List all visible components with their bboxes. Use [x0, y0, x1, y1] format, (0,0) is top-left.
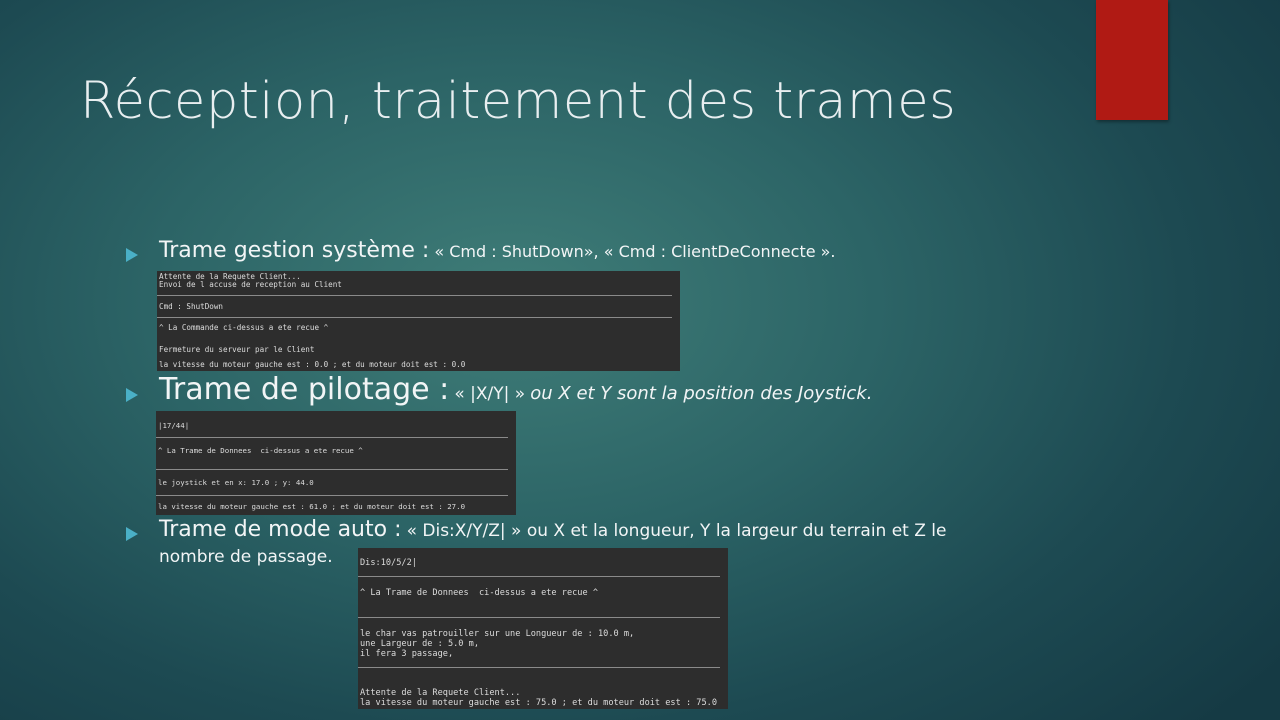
bullet-line-system: Trame gestion système : « Cmd : ShutDown…: [159, 238, 836, 263]
bullet-line-pilotage: Trame de pilotage : « |X/Y| » ou X et Y …: [159, 372, 872, 407]
console-line: la vitesse du moteur gauche est : 75.0 ;…: [360, 698, 717, 708]
bullet-detail: « Cmd : ShutDown», « Cmd : ClientDeConne…: [434, 242, 836, 261]
bullet-detail-format: « |X/Y| »: [454, 384, 526, 404]
console-line: Envoi de l accuse de reception au Client: [159, 280, 342, 289]
console-separator: [157, 295, 672, 296]
console-separator: [358, 667, 720, 668]
console-line: |17/44|: [158, 421, 190, 430]
console-line: la vitesse du moteur gauche est : 61.0 ;…: [158, 502, 466, 511]
console-line: Cmd : ShutDown: [159, 302, 224, 311]
console-screenshot-system: Attente de la Requete Client... Envoi de…: [157, 271, 680, 371]
console-separator: [156, 495, 508, 496]
console-line: ^ La Commande ci-dessus a ete recue ^: [159, 323, 329, 332]
console-line: ^ La Trame de Donnees ci-dessus a ete re…: [158, 446, 363, 455]
console-separator: [358, 576, 720, 577]
console-line: Attente de la Requete Client...: [360, 688, 521, 698]
bullet-arrow-icon: [126, 248, 138, 262]
bullet-label: Trame de pilotage :: [159, 372, 450, 407]
bullet-detail: ou X et Y sont la position des Joystick.: [530, 383, 873, 404]
console-line: la vitesse du moteur gauche est : 0.0 ; …: [159, 360, 466, 369]
slide-title: Réception, traitement des trames: [80, 72, 957, 131]
accent-bar: [1096, 0, 1168, 120]
console-separator: [156, 469, 508, 470]
bullet-arrow-icon: [126, 527, 138, 541]
console-screenshot-auto: Dis:10/5/2| ^ La Trame de Donnees ci-des…: [358, 548, 728, 709]
bullet-arrow-icon: [126, 388, 138, 402]
console-separator: [156, 437, 508, 438]
bullet-line-auto: Trame de mode auto : « Dis:X/Y/Z| » ou X…: [159, 517, 946, 542]
console-screenshot-pilotage: |17/44| ^ La Trame de Donnees ci-dessus …: [156, 411, 516, 515]
console-line: Fermeture du serveur par le Client: [159, 345, 315, 354]
console-line: ^ La Trame de Donnees ci-dessus a ete re…: [360, 588, 598, 598]
console-line: il fera 3 passage,: [360, 649, 454, 659]
bullet-detail: « Dis:X/Y/Z| » ou X et la longueur, Y la…: [406, 521, 947, 541]
console-separator: [157, 317, 672, 318]
console-line: Dis:10/5/2|: [360, 558, 417, 568]
console-line: une Largeur de : 5.0 m,: [360, 639, 479, 649]
console-line: le char vas patrouiller sur une Longueur…: [360, 629, 635, 639]
bullet-label: Trame gestion système :: [159, 238, 430, 263]
console-separator: [358, 617, 720, 618]
console-line: le joystick et en x: 17.0 ; y: 44.0: [158, 478, 314, 487]
bullet-detail-continued: nombre de passage.: [159, 547, 333, 567]
bullet-label: Trame de mode auto :: [159, 517, 402, 542]
